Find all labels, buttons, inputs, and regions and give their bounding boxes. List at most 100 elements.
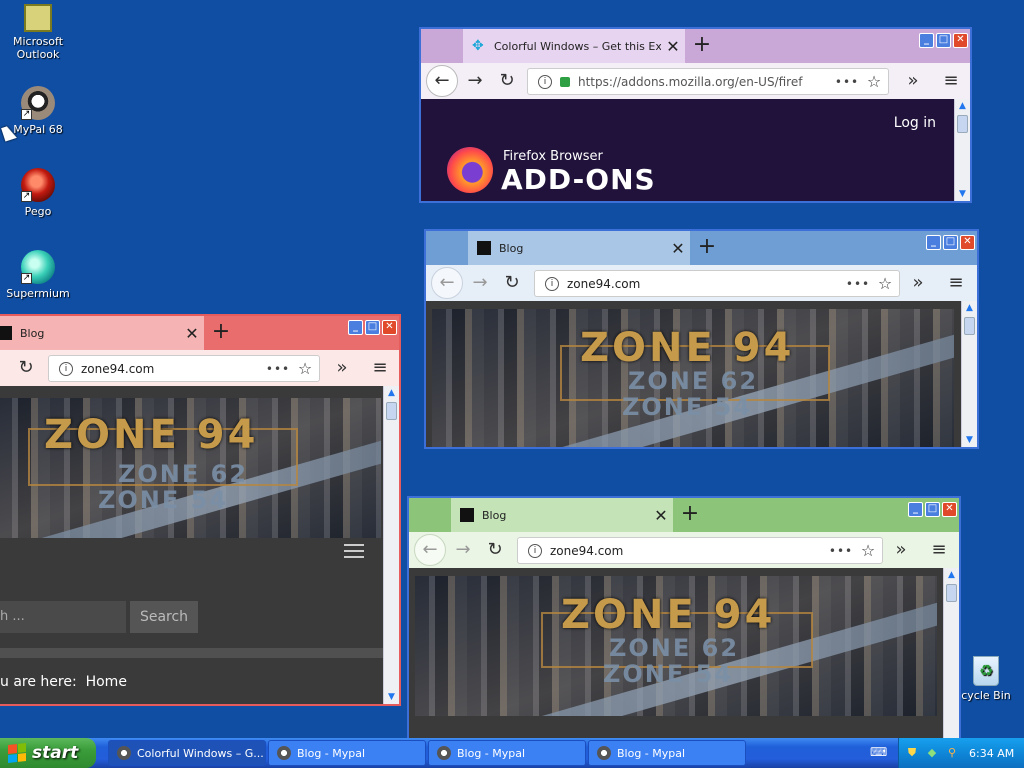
close-button[interactable]: ✕ [382,320,397,335]
close-tab-icon[interactable]: ✕ [661,37,685,56]
taskbar-item-blog-2[interactable]: Blog - Mypal [428,740,586,766]
overflow-icon[interactable]: » [899,67,927,95]
vertical-scrollbar[interactable]: ▲ ▼ [383,386,399,704]
close-button[interactable]: ✕ [942,502,957,517]
scroll-up-icon[interactable]: ▲ [955,99,970,113]
new-tab-button[interactable]: + [677,502,703,528]
menu-icon[interactable]: ≡ [366,354,394,382]
clock[interactable]: 6:34 AM [969,747,1014,760]
url-bar[interactable]: i https://addons.mozilla.org/en-US/firef… [527,68,889,95]
scroll-thumb[interactable] [957,115,968,133]
new-tab-button[interactable]: + [694,235,720,261]
vertical-scrollbar[interactable]: ▲ ▼ [954,99,970,201]
url-bar[interactable]: i zone94.com ••• ☆ [48,355,320,382]
scroll-thumb[interactable] [964,317,975,335]
desktop-icon-outlook[interactable]: Microsoft Outlook [0,4,76,61]
browser-window-addons[interactable]: ✥ Colorful Windows – Get this Exten ✕ + … [419,27,972,203]
scroll-down-icon[interactable]: ▼ [962,433,977,447]
close-button[interactable]: ✕ [953,33,968,48]
network-icon[interactable]: ◆ [925,746,939,760]
overflow-icon[interactable]: » [887,536,915,564]
minimize-button[interactable]: _ [919,33,934,48]
desktop-icon-pego[interactable]: ↗ Pego [0,168,76,218]
minimize-button[interactable]: _ [908,502,923,517]
breadcrumb-home-link[interactable]: Home [86,674,127,690]
firefox-logo-icon [447,147,493,193]
close-tab-icon[interactable]: ✕ [649,506,673,525]
start-button[interactable]: start [0,738,96,768]
scroll-down-icon[interactable]: ▼ [955,187,970,201]
menu-icon[interactable]: ≡ [937,67,965,95]
browser-window-red[interactable]: Blog ✕ + _ □ ✕ ↻ i zone94.com ••• ☆ » ≡ … [0,314,401,706]
close-button[interactable]: ✕ [960,235,975,250]
tab-blog[interactable]: Blog ✕ [468,231,690,265]
reload-icon[interactable]: ↻ [12,354,40,382]
scroll-thumb[interactable] [946,584,957,602]
maximize-button[interactable]: □ [936,33,951,48]
security-shield-icon[interactable]: ⛊ [905,746,919,760]
tab-blog[interactable]: Blog ✕ [451,498,673,532]
forward-icon[interactable]: → [466,269,494,297]
desktop-icon-supermium[interactable]: ↗ Supermium [0,250,76,300]
menu-icon[interactable]: ≡ [942,269,970,297]
info-icon[interactable]: i [538,74,552,89]
bookmark-star-icon[interactable]: ☆ [860,72,888,91]
back-icon[interactable]: ← [414,534,446,566]
page-actions-icon[interactable]: ••• [265,362,291,376]
bookmark-star-icon[interactable]: ☆ [854,541,882,560]
hamburger-menu-icon[interactable] [344,544,364,558]
close-tab-icon[interactable]: ✕ [180,324,204,343]
scroll-up-icon[interactable]: ▲ [962,301,977,315]
overflow-icon[interactable]: » [904,269,932,297]
search-icon[interactable]: ⚲ [945,746,959,760]
taskbar-item-addons[interactable]: Colorful Windows – G... [108,740,266,766]
new-tab-button[interactable]: + [689,33,715,59]
scroll-up-icon[interactable]: ▲ [384,386,399,400]
taskbar-item-blog-3[interactable]: Blog - Mypal [588,740,746,766]
back-icon[interactable]: ← [426,65,458,97]
tab-blog[interactable]: Blog ✕ [0,316,204,350]
url-bar[interactable]: i zone94.com ••• ☆ [517,537,883,564]
page-actions-icon[interactable]: ••• [845,277,871,291]
search-input[interactable]: h ... [0,601,126,633]
page-actions-icon[interactable]: ••• [828,544,854,558]
forward-icon[interactable]: → [461,67,489,95]
desktop-icon-label: MyPal 68 [13,123,63,136]
outlook-icon [24,4,52,32]
scroll-thumb[interactable] [386,402,397,420]
reload-icon[interactable]: ↻ [481,536,509,564]
browser-window-green[interactable]: Blog ✕ + _ □ ✕ ← → ↻ i zone94.com ••• ☆ … [407,496,961,740]
desktop-icon-label: cycle Bin [961,689,1011,702]
scroll-up-icon[interactable]: ▲ [944,568,959,582]
page-actions-icon[interactable]: ••• [834,75,860,89]
overflow-icon[interactable]: » [328,354,356,382]
info-icon[interactable]: i [59,361,73,376]
reload-icon[interactable]: ↻ [498,269,526,297]
taskbar-item-blog-1[interactable]: Blog - Mypal [268,740,426,766]
maximize-button[interactable]: □ [943,235,958,250]
info-icon[interactable]: i [545,276,559,291]
info-icon[interactable]: i [528,543,542,558]
tab-addons[interactable]: ✥ Colorful Windows – Get this Exten ✕ [463,29,685,63]
maximize-button[interactable]: □ [925,502,940,517]
new-tab-button[interactable]: + [208,320,234,346]
login-link[interactable]: Log in [894,115,936,131]
bookmark-star-icon[interactable]: ☆ [871,274,899,293]
url-bar[interactable]: i zone94.com ••• ☆ [534,270,900,297]
minimize-button[interactable]: _ [348,320,363,335]
keyboard-icon[interactable]: ⌨ [870,745,887,759]
blog-favicon-icon [477,241,491,255]
back-icon[interactable]: ← [431,267,463,299]
reload-icon[interactable]: ↻ [493,67,521,95]
vertical-scrollbar[interactable]: ▲ [943,568,959,738]
browser-window-blue[interactable]: Blog ✕ + _ □ ✕ ← → ↻ i zone94.com ••• ☆ … [424,229,979,449]
menu-icon[interactable]: ≡ [925,536,953,564]
close-tab-icon[interactable]: ✕ [666,239,690,258]
minimize-button[interactable]: _ [926,235,941,250]
bookmark-star-icon[interactable]: ☆ [291,359,319,378]
forward-icon[interactable]: → [449,536,477,564]
maximize-button[interactable]: □ [365,320,380,335]
search-button[interactable]: Search [130,601,198,633]
vertical-scrollbar[interactable]: ▲ ▼ [961,301,977,447]
scroll-down-icon[interactable]: ▼ [384,690,399,704]
